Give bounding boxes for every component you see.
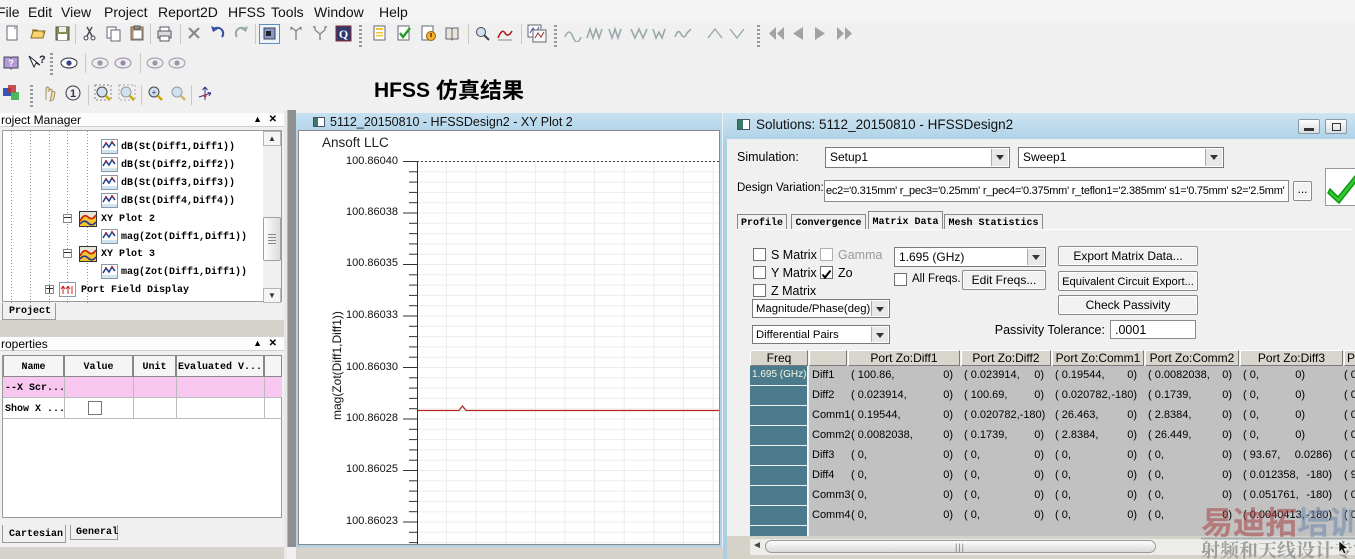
svg-text:?: ? bbox=[8, 58, 14, 68]
svg-text:Q: Q bbox=[339, 27, 348, 41]
svg-text:+: + bbox=[152, 88, 157, 97]
svg-text:1: 1 bbox=[70, 88, 76, 100]
svg-text:?: ? bbox=[39, 54, 45, 66]
